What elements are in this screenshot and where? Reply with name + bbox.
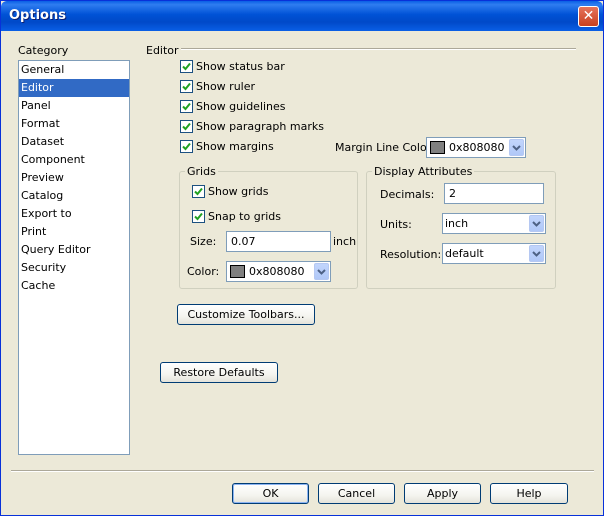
checkmark-icon xyxy=(194,187,203,195)
show-grids-checkbox[interactable]: Show grids xyxy=(192,183,268,199)
checkbox-box[interactable] xyxy=(192,184,205,198)
show-ruler-checkbox[interactable]: Show ruler xyxy=(180,78,255,94)
checkmark-icon xyxy=(182,142,191,150)
footer-divider xyxy=(11,470,594,472)
checkbox-box[interactable] xyxy=(192,209,205,223)
checkbox-label: Snap to grids xyxy=(208,209,281,223)
category-item-dataset[interactable]: Dataset xyxy=(19,133,129,151)
editor-divider xyxy=(181,48,576,50)
display-attributes-group-title: Display Attributes xyxy=(372,165,475,178)
snap-to-grids-checkbox[interactable]: Snap to grids xyxy=(192,208,281,224)
checkbox-box[interactable] xyxy=(180,79,193,93)
category-item-component[interactable]: Component xyxy=(19,151,129,169)
checkbox-box[interactable] xyxy=(180,99,193,113)
units-label: Units: xyxy=(380,218,412,231)
checkbox-label: Show guidelines xyxy=(196,99,286,113)
category-item-security[interactable]: Security xyxy=(19,259,129,277)
help-button[interactable]: Help xyxy=(490,483,568,504)
decimals-label: Decimals: xyxy=(380,188,435,201)
title-bar[interactable]: Options ✕ xyxy=(1,1,603,31)
category-list[interactable]: General Editor Panel Format Dataset Comp… xyxy=(18,60,130,455)
grid-size-unit: inch xyxy=(333,235,357,248)
checkbox-box[interactable] xyxy=(180,139,193,153)
show-status-bar-checkbox[interactable]: Show status bar xyxy=(180,58,285,74)
restore-defaults-button[interactable]: Restore Defaults xyxy=(160,362,278,383)
category-item-editor[interactable]: Editor xyxy=(19,79,129,97)
ok-button[interactable]: OK xyxy=(232,483,309,504)
chevron-down-icon[interactable] xyxy=(529,215,544,232)
options-dialog: Options ✕ Category General Editor Panel … xyxy=(0,0,604,516)
show-margins-checkbox[interactable]: Show margins xyxy=(180,138,274,154)
close-button[interactable]: ✕ xyxy=(578,6,599,27)
apply-button[interactable]: Apply xyxy=(404,483,481,504)
grid-color-select[interactable]: 0x808080 xyxy=(226,261,331,282)
resolution-select[interactable]: default xyxy=(442,243,546,264)
resolution-label: Resolution: xyxy=(380,248,442,261)
checkmark-icon xyxy=(182,82,191,90)
chevron-down-icon[interactable] xyxy=(314,263,329,280)
close-icon: ✕ xyxy=(582,8,595,24)
checkmark-icon xyxy=(182,62,191,70)
cancel-button[interactable]: Cancel xyxy=(318,483,395,504)
checkbox-label: Show margins xyxy=(196,139,274,153)
checkmark-icon xyxy=(194,212,203,220)
category-item-print[interactable]: Print xyxy=(19,223,129,241)
grid-color-label: Color: xyxy=(187,265,220,278)
category-item-cache[interactable]: Cache xyxy=(19,277,129,295)
resolution-value: default xyxy=(445,247,484,260)
grids-group-title: Grids xyxy=(185,165,218,178)
checkbox-label: Show grids xyxy=(208,184,269,198)
chevron-down-icon[interactable] xyxy=(509,139,524,156)
category-item-catalog[interactable]: Catalog xyxy=(19,187,129,205)
grid-color-value: 0x808080 xyxy=(249,265,305,278)
window-title: Options xyxy=(9,8,66,23)
show-paragraph-marks-checkbox[interactable]: Show paragraph marks xyxy=(180,118,324,134)
show-guidelines-checkbox[interactable]: Show guidelines xyxy=(180,98,286,114)
color-swatch xyxy=(430,141,445,154)
chevron-down-icon[interactable] xyxy=(529,245,544,262)
checkbox-label: Show status bar xyxy=(196,59,285,73)
checkmark-icon xyxy=(182,122,191,130)
margin-line-color-value: 0x808080 xyxy=(449,141,505,154)
units-select[interactable]: inch xyxy=(442,213,546,234)
checkmark-icon xyxy=(182,102,191,110)
checkbox-label: Show paragraph marks xyxy=(196,119,324,133)
grid-size-input[interactable]: 0.07 xyxy=(226,231,331,252)
margin-line-color-select[interactable]: 0x808080 xyxy=(426,137,526,158)
category-item-export-to[interactable]: Export to xyxy=(19,205,129,223)
editor-heading: Editor xyxy=(146,44,179,57)
category-item-format[interactable]: Format xyxy=(19,115,129,133)
grid-size-label: Size: xyxy=(190,235,217,248)
units-value: inch xyxy=(445,217,469,230)
category-item-query-editor[interactable]: Query Editor xyxy=(19,241,129,259)
checkbox-label: Show ruler xyxy=(196,79,256,93)
checkbox-box[interactable] xyxy=(180,119,193,133)
category-item-general[interactable]: General xyxy=(19,61,129,79)
customize-toolbars-button[interactable]: Customize Toolbars... xyxy=(177,304,315,325)
category-heading: Category xyxy=(18,44,69,57)
checkbox-box[interactable] xyxy=(180,59,193,73)
color-swatch xyxy=(230,265,245,278)
category-item-preview[interactable]: Preview xyxy=(19,169,129,187)
margin-line-color-label: Margin Line Color: xyxy=(335,141,435,154)
decimals-input[interactable]: 2 xyxy=(444,183,544,204)
category-item-panel[interactable]: Panel xyxy=(19,97,129,115)
